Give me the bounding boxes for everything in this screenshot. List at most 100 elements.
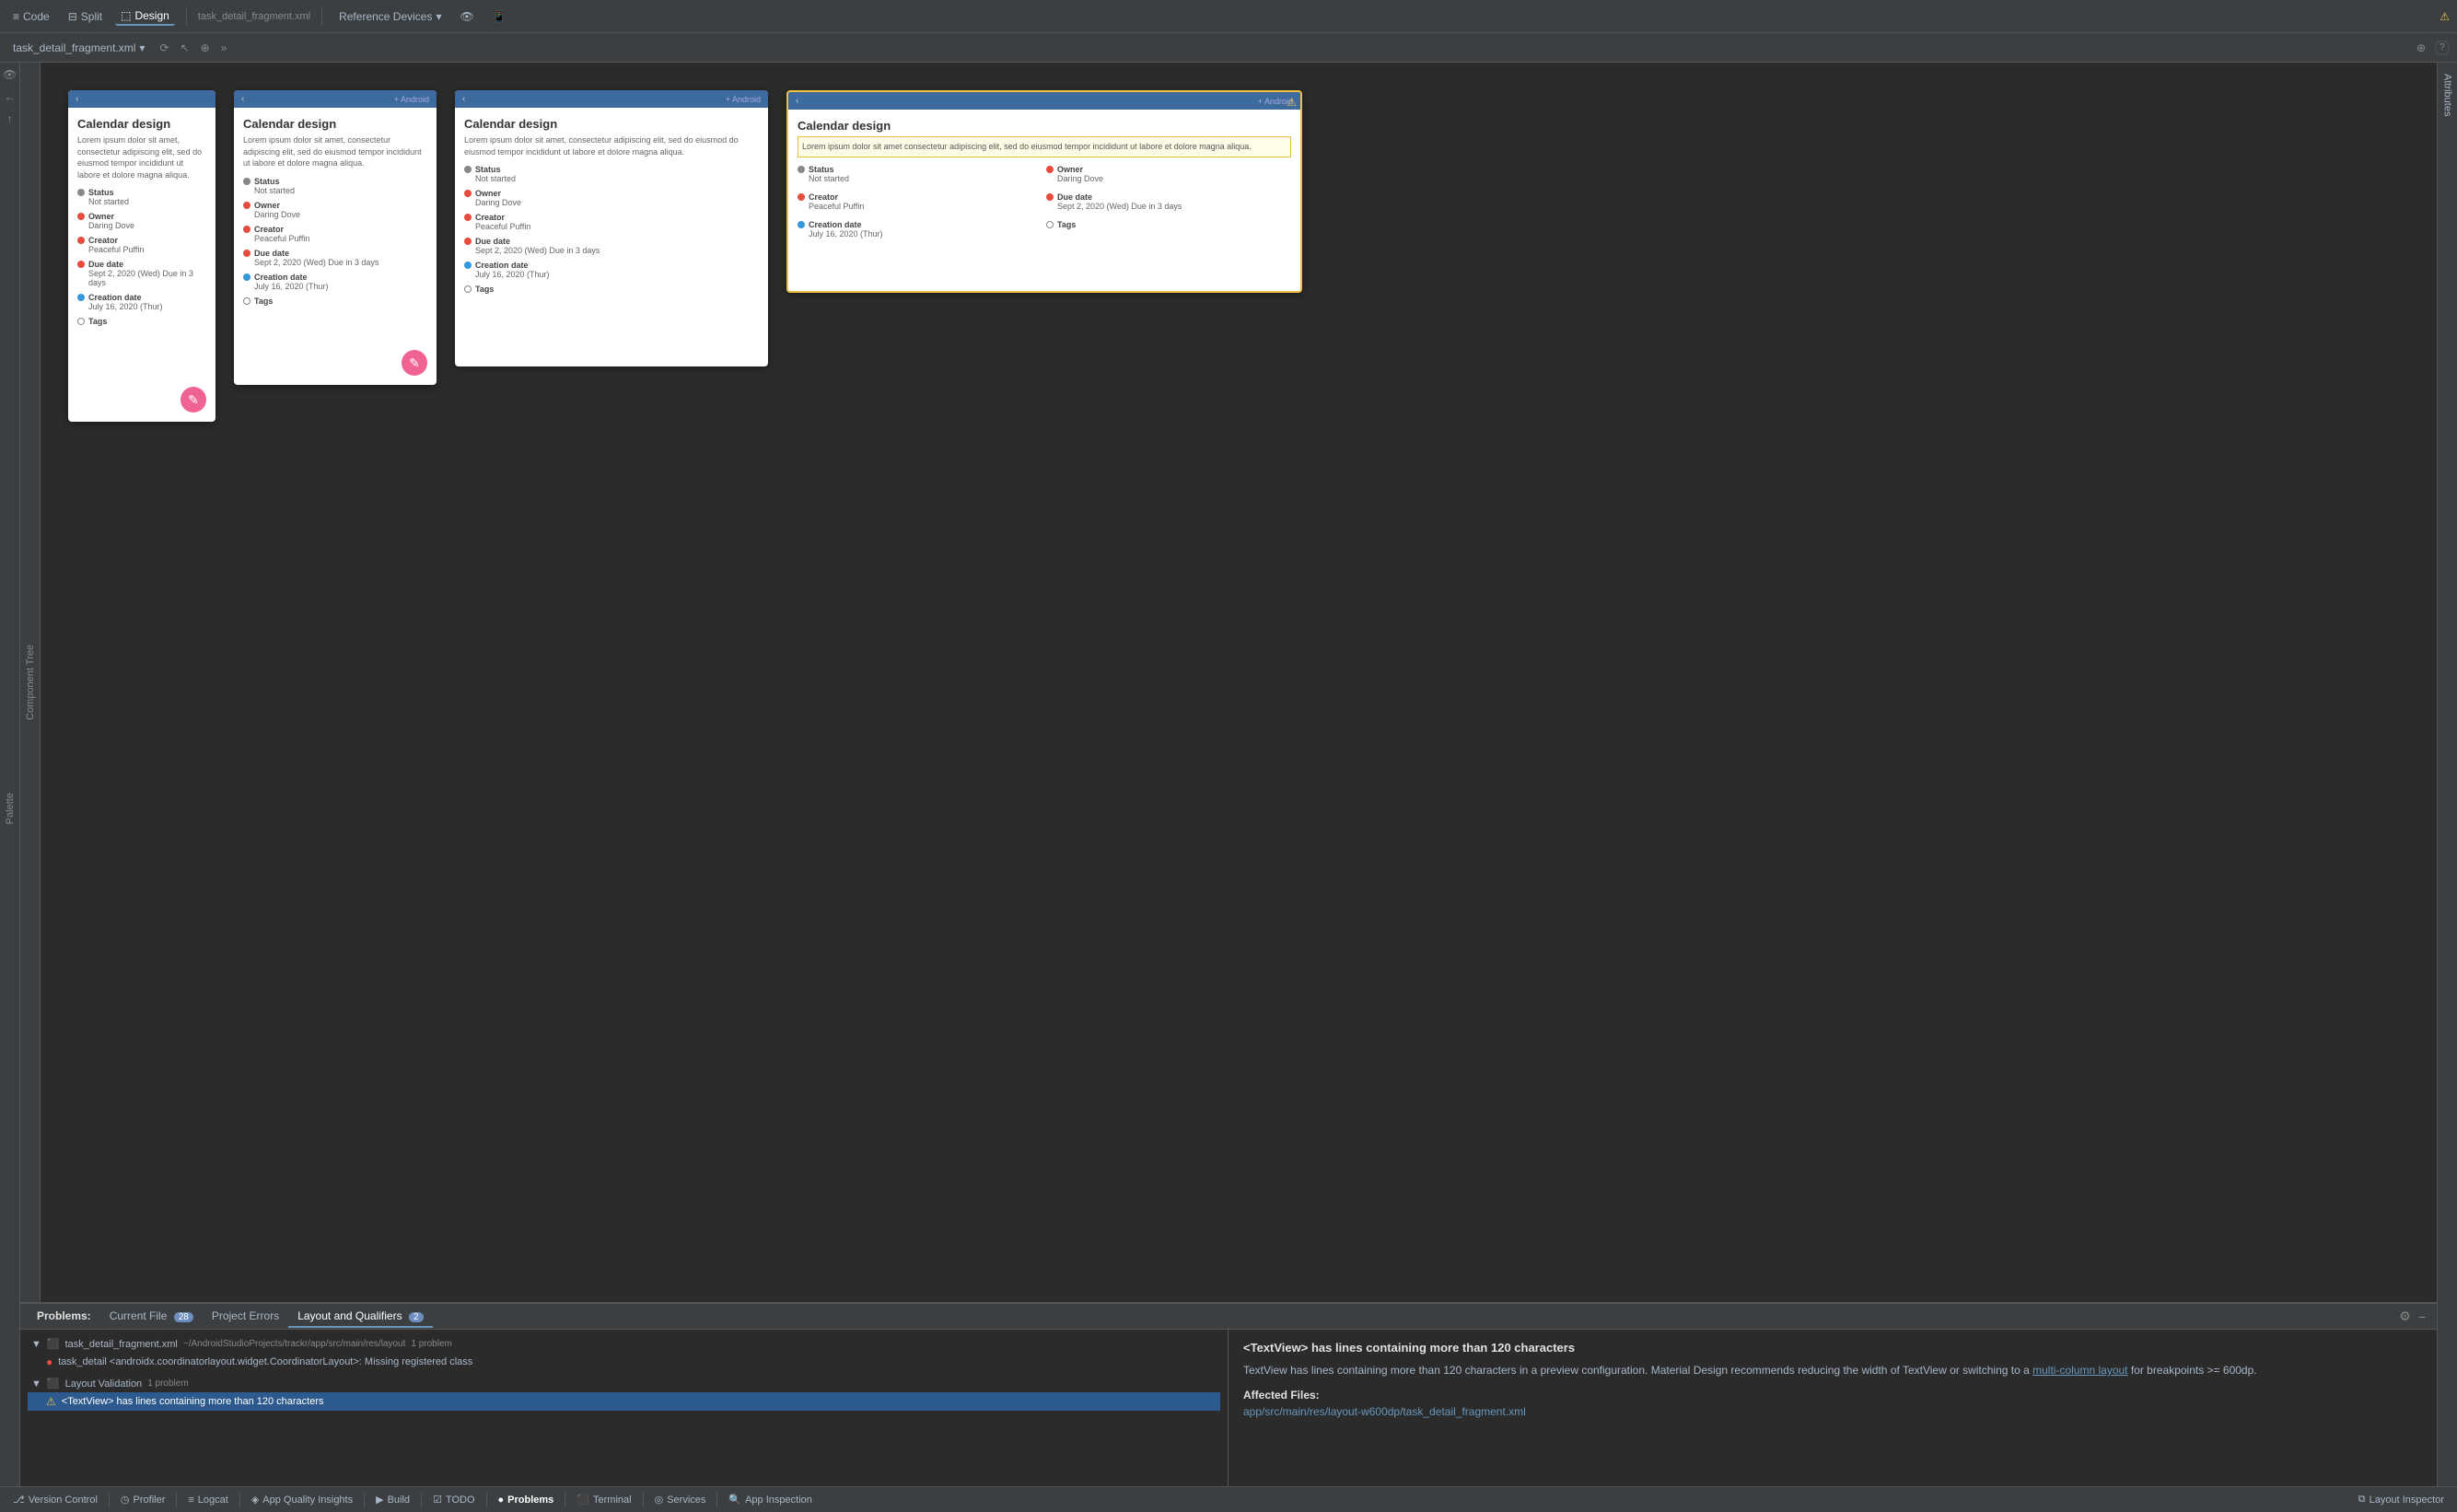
problems-panel: Problems: Current File 28 Project Errors… (20, 1302, 2437, 1486)
editor-area: Component Tree ‹ Calendar (20, 63, 2437, 1486)
card-body-small: Calendar design Lorem ipsum dolor sit am… (68, 108, 215, 341)
status-build[interactable]: ▶ Build (370, 1492, 415, 1507)
palette-label[interactable]: Palette (3, 785, 17, 832)
chevron-down-icon: ▾ (436, 10, 441, 23)
app-inspection-icon: 🔍 (728, 1494, 741, 1506)
status-terminal[interactable]: ⬛ Terminal (571, 1492, 636, 1507)
sep1 (109, 1493, 110, 1507)
problem-text-missing: task_detail <androidx.coordinatorlayout.… (58, 1356, 472, 1367)
attributes-label[interactable]: Attributes (2439, 63, 2457, 127)
group-file-path: ~/AndroidStudioProjects/trackr/app/src/m… (183, 1339, 406, 1349)
device-label-medium: + Android (394, 95, 429, 104)
field-tags-small: Tags (77, 317, 206, 326)
group-header-layout[interactable]: ▼ ⬛ Layout Validation 1 problem (28, 1375, 1220, 1392)
top-toolbar: ≡ Code ⊟ Split ⬚ Design task_detail_frag… (0, 0, 2457, 33)
warn-icon: ⚠ (46, 1395, 56, 1408)
right-panel: Attributes (2437, 63, 2457, 1486)
sync-btn[interactable]: ⟳ (157, 40, 170, 56)
highlighted-desc: Lorem ipsum dolor sit amet consectetur a… (798, 136, 1291, 157)
tab-current-file[interactable]: Current File 28 (100, 1306, 203, 1328)
affected-file-path[interactable]: app/src/main/res/layout-w600dp/task_deta… (1243, 1405, 2422, 1418)
sep3 (239, 1493, 240, 1507)
back-arrow-large: ‹ (462, 94, 465, 104)
problems-label: Problems: (28, 1306, 100, 1328)
card-body-large: Calendar design Lorem ipsum dolor sit am… (455, 108, 768, 308)
fab-small[interactable]: ✎ (180, 387, 206, 413)
app-quality-icon: ◈ (251, 1494, 259, 1506)
detail-title: <TextView> has lines containing more tha… (1243, 1341, 2422, 1355)
back-arrow-small: ‹ (76, 94, 78, 104)
file-name-btn[interactable]: task_detail_fragment.xml ▾ (7, 40, 150, 56)
status-todo[interactable]: ☑ TODO (427, 1492, 480, 1507)
back-arrow-medium: ‹ (241, 94, 244, 104)
build-icon: ▶ (376, 1494, 383, 1506)
split-tab[interactable]: ⊟ Split (63, 8, 108, 25)
file-tabs-bar: task_detail_fragment.xml ▾ ⟳ ↖ ⊕ » ⊕ ? (0, 33, 2457, 63)
tab-layout-qualifiers[interactable]: Layout and Qualifiers 2 (288, 1306, 432, 1328)
palette-sidebar: 👁 ← ↑ Palette (0, 63, 20, 1486)
status-layout-inspector[interactable]: ⧉ Layout Inspector (2353, 1492, 2450, 1507)
split-icon: ⊟ (68, 10, 77, 23)
detail-description: TextView has lines containing more than … (1243, 1362, 2422, 1379)
eye-icon-btn[interactable]: 👁 (455, 8, 480, 25)
problems-list: ▼ ⬛ task_detail_fragment.xml ~/AndroidSt… (20, 1330, 1228, 1486)
eye-icon[interactable]: 👁 (1, 66, 18, 83)
device-icon-btn[interactable]: 📱 (487, 8, 512, 25)
card-header-medium: ‹ + Android (234, 90, 437, 108)
problem-group-file: ▼ ⬛ task_detail_fragment.xml ~/AndroidSt… (20, 1333, 1228, 1373)
card-header-large: ‹ + Android (455, 90, 768, 108)
problems-icon: ● (498, 1495, 505, 1506)
status-version-control[interactable]: ⎇ Version Control (7, 1492, 103, 1507)
settings-icon[interactable]: ⚙ (2395, 1308, 2415, 1324)
more-btn[interactable]: » (219, 40, 229, 56)
profiler-icon: ◷ (121, 1494, 130, 1506)
terminal-icon: ⬛ (576, 1494, 589, 1506)
status-profiler[interactable]: ◷ Profiler (115, 1492, 170, 1507)
dropdown-icon: ▾ (139, 41, 145, 54)
pointer-btn[interactable]: ⊕ (199, 40, 212, 56)
services-icon: ◎ (655, 1494, 664, 1506)
preview-small: ‹ Calendar design Lorem ipsum dolor sit … (68, 90, 215, 422)
field-duedate-small: Due date Sept 2, 2020 (Wed) Due in 3 day… (77, 260, 206, 287)
logcat-icon: ≡ (188, 1495, 193, 1506)
device-label-large: + Android (726, 95, 761, 104)
affected-files-label: Affected Files: (1243, 1389, 2422, 1402)
design-tab[interactable]: ⬚ Design (115, 7, 175, 26)
reference-devices-btn[interactable]: Reference Devices ▾ (333, 8, 447, 25)
warning-icon: ⚠ (2440, 10, 2450, 23)
status-services[interactable]: ◎ Services (649, 1492, 712, 1507)
field-status-small: Status Not started (77, 188, 206, 206)
problem-missing-class[interactable]: ● task_detail <androidx.coordinatorlayou… (28, 1353, 1220, 1371)
field-creator-small: Creator Peaceful Puffin (77, 236, 206, 254)
card-desc-small: Lorem ipsum dolor sit amet, consectetur … (77, 134, 206, 180)
minimize-icon[interactable]: − (2415, 1309, 2429, 1324)
problem-textview-lines[interactable]: ⚠ <TextView> has lines containing more t… (28, 1392, 1220, 1411)
layout-inspector-icon: ⧉ (2358, 1494, 2366, 1506)
status-app-quality[interactable]: ◈ App Quality Insights (246, 1492, 358, 1507)
fab-medium[interactable]: ✎ (402, 350, 427, 376)
card-body-medium: Calendar design Lorem ipsum dolor sit am… (234, 108, 437, 320)
canvas-area[interactable]: ‹ Calendar design Lorem ipsum dolor sit … (41, 63, 2437, 1302)
tab-project-errors[interactable]: Project Errors (203, 1306, 288, 1328)
zoom-btn[interactable]: ⊕ (2415, 40, 2428, 56)
group-header-file[interactable]: ▼ ⬛ task_detail_fragment.xml ~/AndroidSt… (28, 1335, 1220, 1353)
arrow-left-icon[interactable]: ← (2, 88, 17, 105)
todo-icon: ☑ (433, 1494, 442, 1506)
help-btn[interactable]: ? (2435, 41, 2450, 55)
component-tree-label[interactable]: Component Tree (23, 637, 38, 727)
component-tree-sidebar: Component Tree (20, 63, 41, 1302)
code-tab[interactable]: ≡ Code (7, 8, 55, 25)
status-app-inspection[interactable]: 🔍 App Inspection (723, 1492, 817, 1507)
arrow-up-icon[interactable]: ↑ (5, 110, 14, 127)
card-title-large: Calendar design (464, 117, 759, 131)
multi-column-link[interactable]: multi-column layout (2032, 1364, 2127, 1377)
expand-icon: ▼ (31, 1339, 41, 1350)
select-btn[interactable]: ↖ (179, 40, 192, 56)
problems-content: ▼ ⬛ task_detail_fragment.xml ~/AndroidSt… (20, 1330, 2437, 1486)
field-owner-small: Owner Daring Dove (77, 212, 206, 230)
status-logcat[interactable]: ≡ Logcat (182, 1493, 233, 1507)
problem-text-textview: <TextView> has lines containing more tha… (62, 1396, 324, 1407)
field-creation-small: Creation date July 16, 2020 (Thur) (77, 293, 206, 311)
sep9 (716, 1493, 717, 1507)
status-problems[interactable]: ● Problems (493, 1493, 560, 1507)
